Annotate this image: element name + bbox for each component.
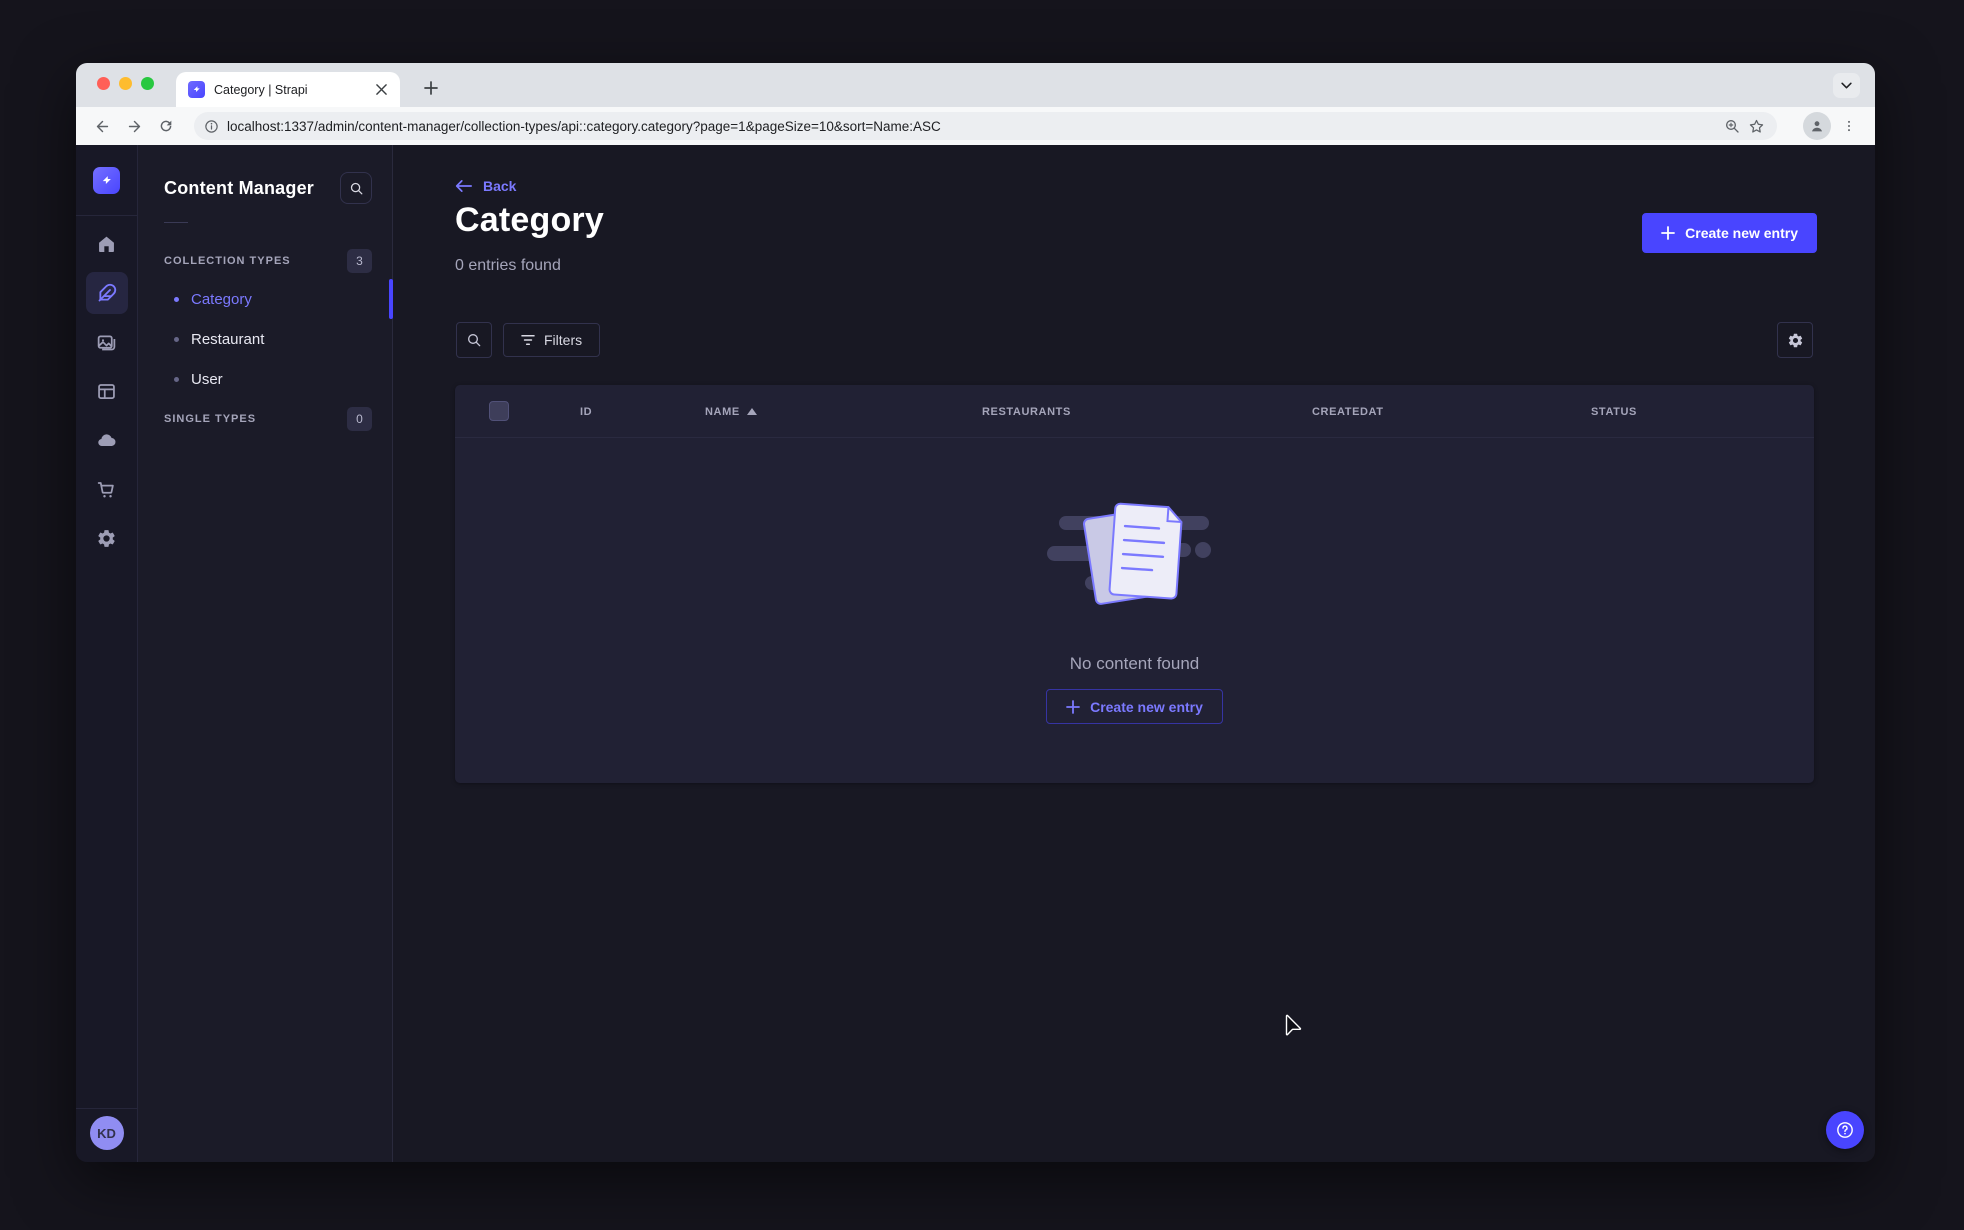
bullet-icon (174, 376, 179, 382)
page-info-icon[interactable] (204, 119, 219, 134)
bullet-icon (174, 296, 179, 302)
content-manager-subnav: Content Manager COLLECTION TYPES 3 Categ… (138, 145, 393, 1162)
window-controls (97, 77, 154, 90)
forward-icon[interactable] (120, 112, 148, 140)
minimize-window-button[interactable] (119, 77, 132, 90)
empty-documents-illustration (1046, 502, 1211, 605)
arrow-left-icon (455, 180, 472, 192)
mouse-cursor (1285, 1014, 1302, 1036)
settings-icon[interactable] (86, 517, 128, 559)
column-header-restaurants[interactable]: RESTAURANTS (982, 385, 1071, 438)
tab-title: Category | Strapi (214, 82, 308, 97)
empty-create-new-entry-button[interactable]: Create new entry (1046, 689, 1223, 724)
select-all-checkbox[interactable] (489, 401, 509, 421)
subnav-item-user[interactable]: User (138, 359, 392, 399)
tab-strip: Category | Strapi (76, 63, 1875, 107)
content-manager-icon[interactable] (85, 272, 128, 314)
main-content: Back Category 0 entries found Create new… (393, 145, 1875, 1162)
subnav-title: Content Manager (164, 177, 315, 198)
gear-icon[interactable] (1777, 322, 1813, 358)
plus-icon (1661, 226, 1676, 240)
content-type-builder-icon[interactable] (86, 370, 128, 412)
plus-icon (1066, 699, 1080, 714)
zoom-icon[interactable] (1724, 118, 1740, 134)
empty-state-message: No content found (1069, 654, 1200, 673)
entries-count: 0 entries found (455, 257, 561, 274)
divider (76, 215, 138, 216)
tab-search-chevron-icon[interactable] (1833, 73, 1860, 98)
url-text[interactable]: localhost:1337/admin/content-manager/col… (227, 119, 1716, 134)
single-types-count-badge: 0 (347, 407, 372, 431)
page-title: Category (455, 201, 604, 239)
column-header-id[interactable]: ID (580, 385, 592, 438)
divider (164, 222, 188, 223)
empty-state: No content found Create new entry (455, 438, 1814, 783)
new-tab-button[interactable] (417, 74, 445, 102)
single-types-label: SINGLE TYPES (164, 413, 257, 425)
column-header-name[interactable]: NAME (705, 385, 757, 438)
subnav-item-category[interactable]: Category (138, 279, 393, 319)
kebab-menu-icon[interactable] (1835, 112, 1863, 140)
strapi-logo[interactable] (93, 167, 120, 194)
column-header-status[interactable]: STATUS (1591, 385, 1637, 438)
main-nav-rail: KD (76, 145, 138, 1162)
bullet-icon (174, 336, 179, 342)
column-header-createdat[interactable]: CREATEDAT (1312, 385, 1384, 438)
search-icon[interactable] (340, 172, 372, 204)
cloud-icon[interactable] (86, 419, 128, 461)
address-bar[interactable]: localhost:1337/admin/content-manager/col… (194, 112, 1777, 140)
entries-table-card: ID NAME RESTAURANTS CREATEDAT STATUS No … (455, 385, 1814, 783)
subnav-item-restaurant[interactable]: Restaurant (138, 319, 392, 359)
home-icon[interactable] (86, 223, 128, 265)
filter-icon (521, 334, 535, 346)
marketplace-icon[interactable] (86, 468, 128, 510)
help-button[interactable] (1826, 1111, 1864, 1149)
bookmark-star-icon[interactable] (1748, 118, 1765, 135)
collection-types-label: COLLECTION TYPES (164, 255, 291, 267)
browser-tab[interactable]: Category | Strapi (176, 72, 400, 107)
maximize-window-button[interactable] (141, 77, 154, 90)
question-mark-icon (1837, 1122, 1853, 1138)
divider (76, 1108, 138, 1109)
search-icon[interactable] (456, 322, 492, 358)
table-header-row: ID NAME RESTAURANTS CREATEDAT STATUS (455, 385, 1814, 438)
close-window-button[interactable] (97, 77, 110, 90)
back-icon[interactable] (88, 112, 116, 140)
browser-toolbar: localhost:1337/admin/content-manager/col… (76, 107, 1875, 145)
media-library-icon[interactable] (86, 321, 128, 363)
collection-types-count-badge: 3 (347, 249, 372, 273)
sort-ascending-icon[interactable] (746, 408, 757, 415)
close-tab-icon[interactable] (372, 81, 390, 99)
user-avatar[interactable]: KD (89, 1116, 124, 1150)
create-new-entry-button[interactable]: Create new entry (1642, 213, 1817, 253)
strapi-admin-app: KD Content Manager COLLECTION TYPES 3 Ca… (76, 145, 1875, 1162)
strapi-favicon (188, 81, 205, 98)
back-link[interactable]: Back (455, 178, 516, 194)
browser-window: Category | Strapi localhost:1337/admin/c… (76, 63, 1875, 1162)
reload-icon[interactable] (152, 112, 180, 140)
filters-button[interactable]: Filters (503, 323, 601, 357)
profile-icon[interactable] (1803, 112, 1831, 140)
